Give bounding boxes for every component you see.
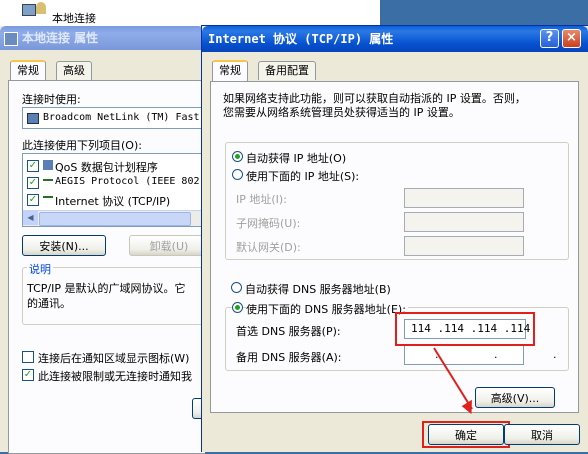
adapter-name: Broadcom NetLink (TM) Fast bbox=[43, 112, 200, 123]
connection-icon bbox=[4, 32, 18, 46]
description-line-2: 的通讯。 bbox=[27, 297, 71, 310]
adapter-field: Broadcom NetLink (TM) Fast bbox=[22, 107, 212, 129]
notify-checkbox[interactable]: ✓ bbox=[22, 369, 34, 381]
description-title: 说明 bbox=[27, 261, 53, 277]
protocol-icon bbox=[43, 196, 53, 204]
aegis-checkbox[interactable]: ✓ bbox=[27, 177, 39, 189]
description-group: 说明 TCP/IP 是默认的广域网协议。它 的通讯。 bbox=[22, 261, 224, 325]
tcpip-checkbox[interactable]: ✓ bbox=[27, 194, 39, 206]
left-dialog-titlebar[interactable]: 本地连接 属性 bbox=[0, 26, 204, 50]
red-arrow bbox=[433, 347, 473, 415]
aegis-label: AEGIS Protocol (IEEE 802 bbox=[55, 176, 200, 187]
qos-label: QoS 数据包计划程序 bbox=[55, 161, 158, 174]
tcpip-properties-dialog: Internet 协议 (TCP/IP) 属性 ? × 常规 备用配置 如果网络… bbox=[201, 25, 588, 452]
qos-icon bbox=[43, 160, 53, 170]
left-tab-panel: 连接时使用: Broadcom NetLink (TM) Fast 此连接使用下… bbox=[8, 80, 224, 454]
show-icon-checkbox[interactable] bbox=[22, 351, 34, 363]
protocol-icon bbox=[43, 179, 53, 187]
list-item[interactable]: ✓ QoS 数据包计划程序 bbox=[27, 158, 213, 174]
scroll-thumb[interactable] bbox=[39, 212, 191, 226]
background-window: 本地连接 bbox=[0, 0, 380, 28]
description-line-1: TCP/IP 是默认的广域网协议。它 bbox=[27, 282, 186, 295]
install-button[interactable]: 安装(N)... bbox=[22, 235, 106, 256]
items-label: 此连接使用下列项目(O): bbox=[22, 139, 142, 152]
adapter-icon bbox=[27, 113, 39, 124]
notify-label: 此连接被限制或无连接时通知我 bbox=[38, 370, 192, 383]
list-item[interactable]: ✓ Internet 协议 (TCP/IP) bbox=[27, 192, 213, 208]
qos-checkbox[interactable]: ✓ bbox=[27, 160, 39, 172]
background-window-title: 本地连接 bbox=[52, 12, 96, 25]
scroll-left-icon[interactable]: ◀ bbox=[23, 211, 38, 225]
horizontal-scrollbar[interactable]: ◀ bbox=[23, 210, 213, 226]
show-icon-label: 连接后在通知区域显示图标(W) bbox=[38, 352, 190, 365]
network-icon bbox=[22, 4, 36, 16]
left-dialog-title: 本地连接 属性 bbox=[22, 31, 99, 45]
list-item[interactable]: ✓ AEGIS Protocol (IEEE 802 bbox=[27, 175, 213, 191]
uninstall-button[interactable]: 卸载(U) bbox=[129, 235, 209, 256]
components-list[interactable]: ✓ QoS 数据包计划程序 ✓ AEGIS Protocol (IEEE 802… bbox=[22, 153, 213, 227]
cancel-button[interactable]: 取消 bbox=[504, 424, 580, 445]
ok-button[interactable]: 确定 bbox=[428, 424, 504, 445]
connect-using-label: 连接时使用: bbox=[22, 93, 81, 106]
tab-general[interactable]: 常规 bbox=[10, 60, 46, 82]
tcpip-label: Internet 协议 (TCP/IP) bbox=[55, 195, 171, 208]
tab-advanced[interactable]: 高级 bbox=[56, 61, 92, 80]
local-connection-properties-dialog: 本地连接 属性 常规 高级 连接时使用: Broadcom NetLink (T… bbox=[0, 26, 224, 454]
user-icon bbox=[36, 2, 46, 14]
